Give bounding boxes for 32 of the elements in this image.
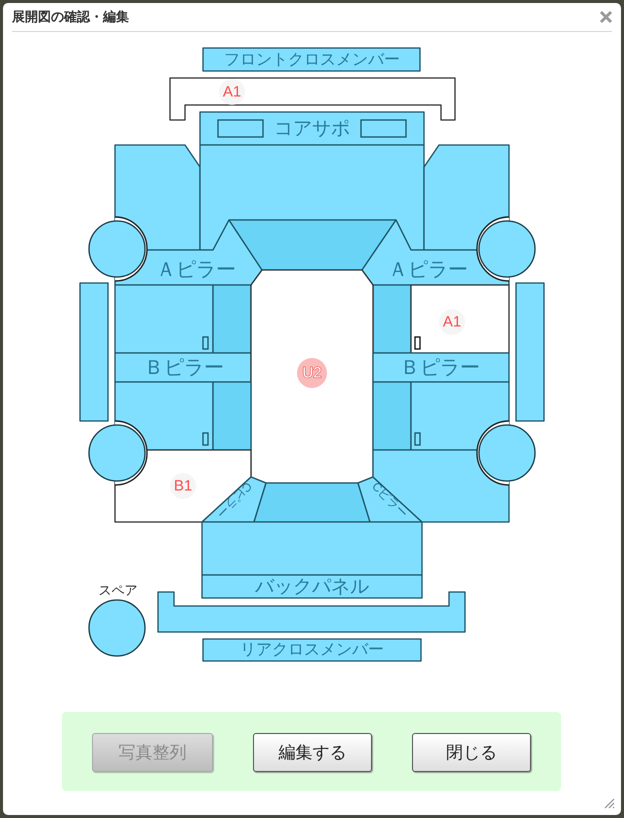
spare-label: スペア xyxy=(98,582,138,598)
door-handle xyxy=(414,432,421,446)
close-icon xyxy=(599,10,613,24)
spare-wheel xyxy=(88,599,146,657)
front-cross-member: フロントクロスメンバー xyxy=(202,47,421,72)
door-handle xyxy=(202,432,209,446)
door-window xyxy=(372,381,412,451)
wheel xyxy=(476,216,536,282)
wheel xyxy=(88,420,148,486)
rear-cross-member: リアクロスメンバー xyxy=(202,638,422,662)
dialog-button[interactable]: 閉じる xyxy=(412,733,531,772)
dialog-button[interactable]: 編集する xyxy=(253,733,372,772)
headlight-opening xyxy=(217,119,264,138)
window-title: 展開図の確認・編集 xyxy=(12,8,129,26)
part-label: コアサポ xyxy=(274,118,350,140)
close-button[interactable] xyxy=(599,10,613,24)
back-panel: バックパネル xyxy=(201,574,423,599)
damage-marker: B1 xyxy=(170,473,196,499)
resize-grip-icon[interactable] xyxy=(604,798,615,809)
door-window xyxy=(372,284,412,354)
wheel xyxy=(476,420,536,486)
door-handle xyxy=(414,336,421,350)
b-pillar: Ｂピラー xyxy=(372,352,510,383)
damage-marker: A1 xyxy=(219,79,245,105)
damage-badge: U2 xyxy=(297,358,327,388)
door-window xyxy=(212,381,252,451)
damage-marker: A1 xyxy=(439,309,465,335)
wheel xyxy=(88,216,148,282)
headlight-opening xyxy=(360,119,407,138)
door-window xyxy=(212,284,252,354)
b-pillar: Ｂピラー xyxy=(114,352,252,383)
door-handle xyxy=(202,336,209,350)
